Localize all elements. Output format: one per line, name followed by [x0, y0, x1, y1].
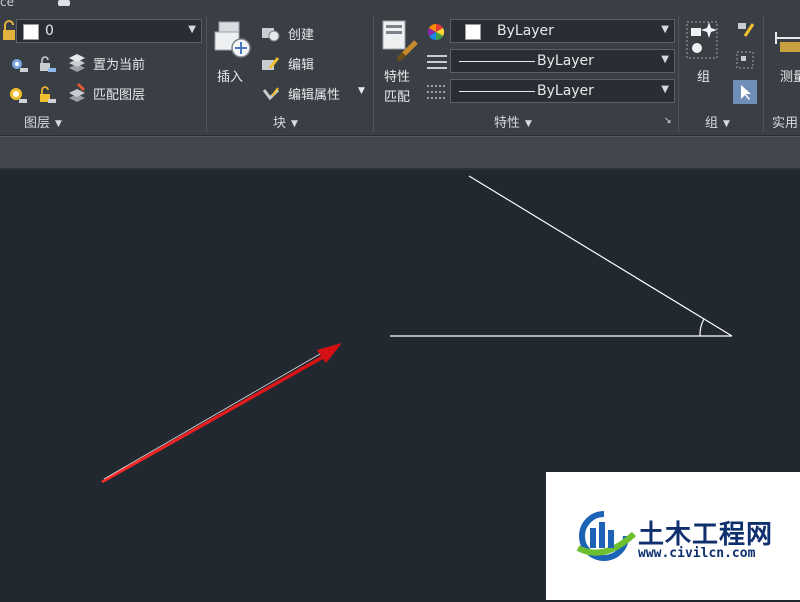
layers-panel-title[interactable]: 图层 ▼: [24, 112, 62, 131]
insert-block-icon[interactable]: [213, 18, 253, 60]
edit-attributes-dropdown-icon[interactable]: ▼: [358, 86, 365, 96]
lineweight-preview: [459, 91, 535, 92]
group-panel-title[interactable]: 组 ▼: [705, 112, 730, 131]
insert-button[interactable]: 插入: [217, 66, 243, 85]
utilities-panel: 测量 实用: [764, 12, 800, 135]
create-block-button[interactable]: 创建: [288, 24, 314, 43]
group-panel: 组 组 ▼: [679, 12, 763, 135]
match-properties-icon[interactable]: [380, 18, 420, 62]
properties-panel: 特性 匹配 ByLayer ▼ ByLayer ▼ ByLayer ▼ 特性▼: [374, 12, 678, 135]
match-properties-label-2[interactable]: 匹配: [384, 86, 410, 105]
title-strip: ce: [0, 0, 800, 12]
lineweight-icon: [427, 85, 447, 99]
set-current-button[interactable]: 置为当前: [93, 54, 145, 73]
block-panel-title[interactable]: 块 ▼: [273, 112, 298, 131]
arrow-highlight: [103, 353, 321, 480]
file-tab-bar: [0, 136, 800, 169]
utilities-panel-title[interactable]: 实用: [772, 112, 798, 131]
group-icon[interactable]: [685, 18, 721, 60]
match-layer-button[interactable]: 匹配图层: [93, 84, 145, 103]
color-value: ByLayer: [497, 23, 554, 39]
block-panel: 插入 创建 编辑 编辑属性 ▼ 块 ▼: [207, 12, 373, 135]
group-button[interactable]: 组: [697, 66, 710, 85]
ungroup-icon[interactable]: [735, 20, 755, 40]
title-fragment: ce: [0, 0, 14, 9]
layer-color-swatch: [23, 24, 39, 40]
color-wheel-icon: [427, 23, 445, 41]
set-current-icon: [69, 54, 85, 72]
linetype-icon: [427, 55, 447, 69]
layer-lock-icon[interactable]: [36, 54, 58, 74]
create-block-icon: [262, 28, 280, 42]
chevron-down-icon: ▼: [661, 54, 669, 65]
edit-attributes-icon: [262, 87, 280, 101]
layers-panel: 0 ▼ 置为当前 匹配图层 图层 ▼: [0, 12, 206, 135]
ribbon: 0 ▼ 置为当前 匹配图层 图层 ▼ 插入 创建 编辑 编辑属性 ▼ 块 ▼ 特性 …: [0, 12, 800, 136]
edit-attributes-button[interactable]: 编辑属性: [288, 84, 340, 103]
current-layer-value: 0: [45, 23, 54, 39]
lock-icon: [3, 20, 15, 40]
measure-button[interactable]: 测量: [780, 66, 800, 85]
chevron-down-icon: ▼: [188, 24, 196, 35]
color-swatch: [465, 24, 481, 40]
panel-expand-icon: ▼: [55, 119, 62, 129]
properties-panel-title[interactable]: 特性 ▼: [494, 112, 532, 131]
match-properties-label-1[interactable]: 特性: [384, 66, 410, 85]
red-arrow: [101, 343, 342, 483]
group-selection-icon[interactable]: [733, 80, 757, 104]
linetype-value: ByLayer: [537, 53, 594, 69]
layer-unlock-icon[interactable]: [36, 84, 58, 106]
measure-icon[interactable]: [774, 26, 800, 56]
panel-expand-icon: ▼: [525, 119, 532, 129]
layer-dropdown[interactable]: 0 ▼: [16, 19, 202, 43]
linetype-preview: [459, 61, 535, 62]
lineweight-value: ByLayer: [537, 83, 594, 99]
dialog-launcher-icon[interactable]: ↘: [664, 116, 672, 126]
edit-block-button[interactable]: 编辑: [288, 54, 314, 73]
panel-expand-icon: ▼: [723, 119, 730, 129]
watermark: 土木工程网 www.civilcn.com: [546, 472, 800, 600]
lineweight-dropdown[interactable]: ByLayer ▼: [450, 79, 675, 103]
edit-block-icon: [262, 57, 280, 70]
color-dropdown[interactable]: ByLayer ▼: [450, 19, 675, 43]
chevron-down-icon: ▼: [661, 84, 669, 95]
group-edit-icon[interactable]: [735, 50, 755, 70]
panel-expand-icon: ▼: [291, 119, 298, 129]
chevron-down-icon: ▼: [661, 24, 669, 35]
layer-freeze-icon[interactable]: [6, 84, 30, 106]
slanted-line[interactable]: [468, 175, 733, 337]
quick-access-icon[interactable]: [56, 0, 74, 8]
watermark-url: www.civilcn.com: [638, 546, 756, 561]
angle-arc[interactable]: [699, 318, 705, 337]
linetype-dropdown[interactable]: ByLayer ▼: [450, 49, 675, 73]
layer-off-icon[interactable]: [8, 54, 30, 74]
match-layer-icon: [69, 82, 86, 102]
civilcn-logo-icon: [576, 511, 637, 561]
